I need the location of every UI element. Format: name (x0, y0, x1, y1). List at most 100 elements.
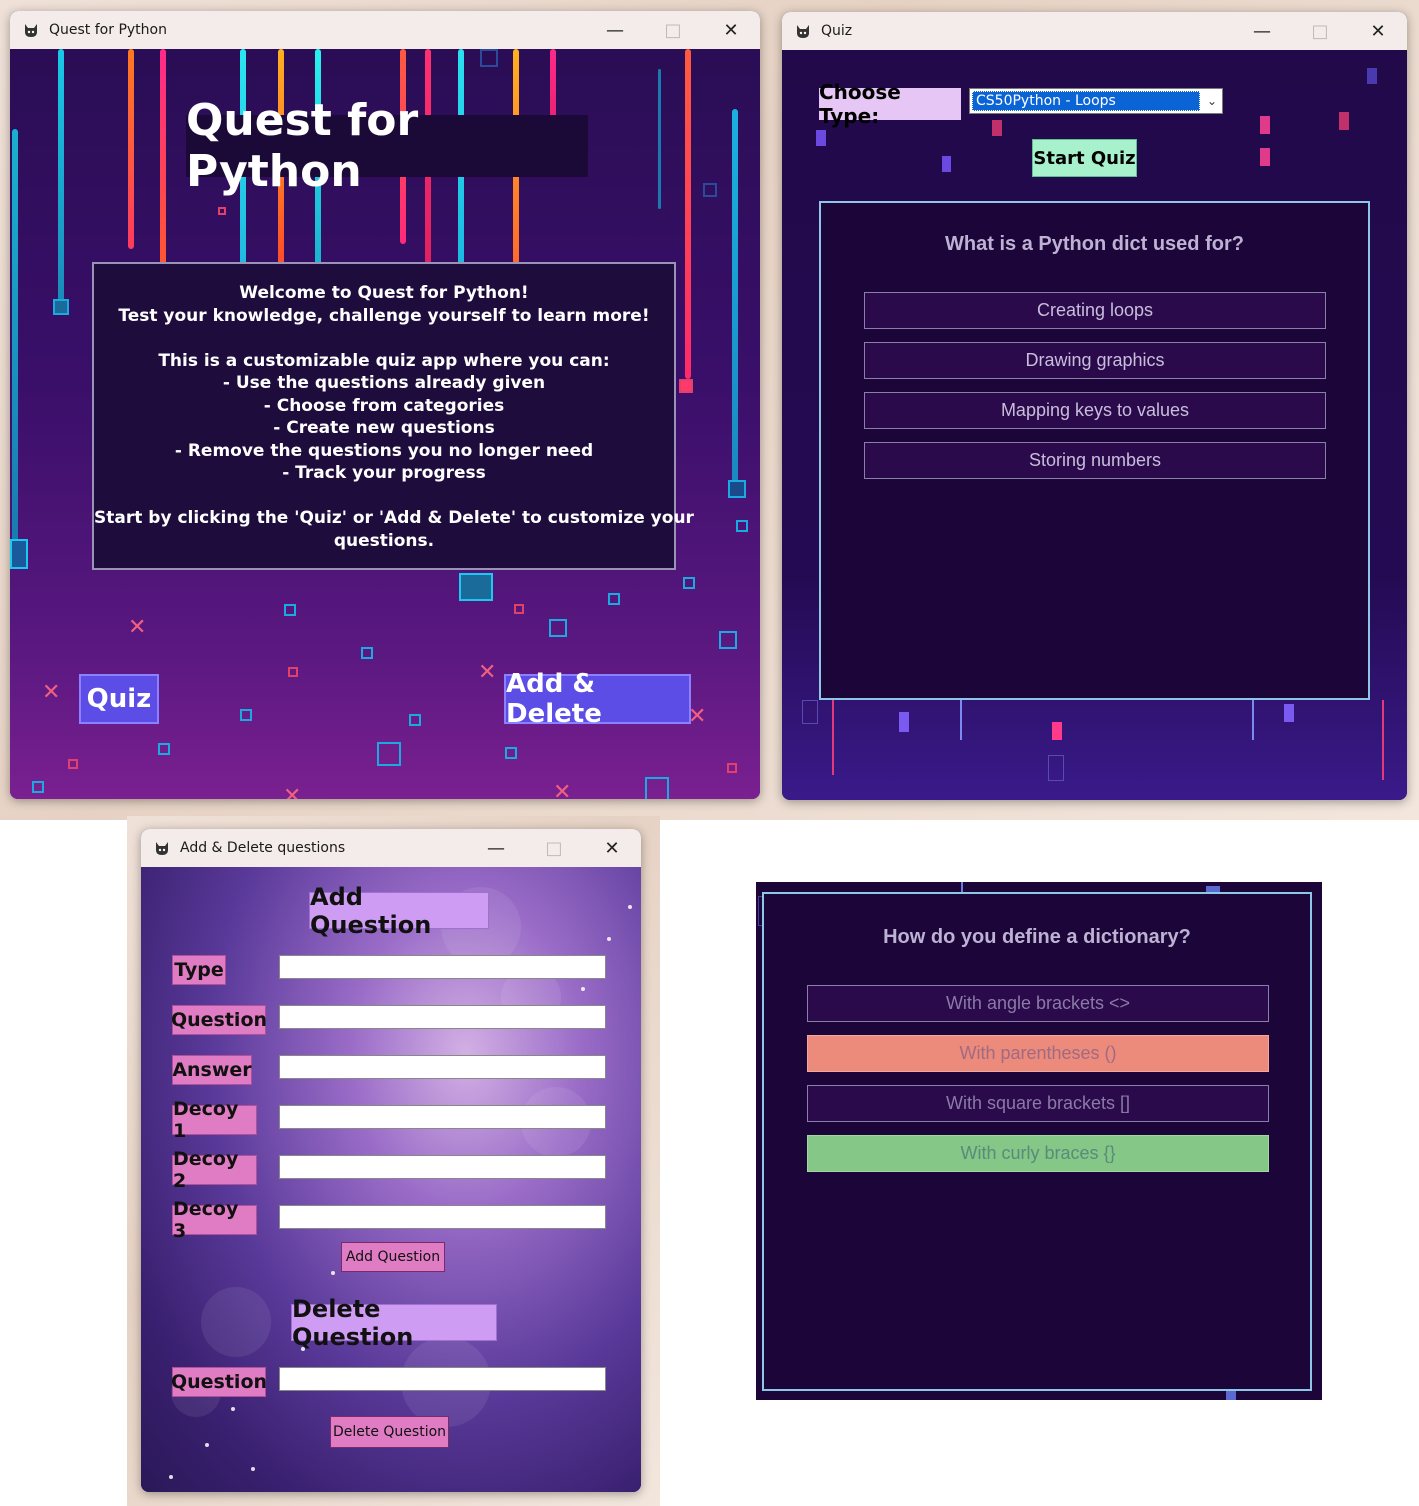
decoy-3-input[interactable] (279, 1205, 606, 1229)
hero-title: Quest for Python (186, 95, 588, 197)
start-quiz-button[interactable]: Start Quiz (1032, 139, 1137, 177)
quiz-button[interactable]: Quiz (79, 674, 159, 724)
add-delete-content: Add Question Type Question Answer Decoy … (141, 867, 641, 1492)
close-icon[interactable]: ✕ (583, 829, 641, 867)
window-title: Quiz (821, 23, 853, 39)
delete-question-button[interactable]: Delete Question (330, 1416, 449, 1448)
deco-square (409, 714, 421, 726)
chevron-down-icon[interactable]: ⌄ (1202, 89, 1222, 113)
deco-square (53, 299, 69, 315)
welcome-line: Start by clicking the 'Quiz' or 'Add & D… (94, 508, 694, 528)
deco-square (32, 781, 44, 793)
maximize-icon[interactable]: □ (1291, 12, 1349, 50)
minimize-icon[interactable]: — (467, 829, 525, 867)
deco-bar (1284, 704, 1294, 722)
type-input[interactable] (279, 955, 606, 979)
type-dropdown[interactable]: CS50Python - Loops ⌄ (969, 88, 1223, 114)
deco-square (736, 520, 748, 532)
neon-bar (58, 49, 64, 304)
deco-square (719, 631, 737, 649)
maximize-icon[interactable]: □ (525, 829, 583, 867)
deco-square (480, 49, 498, 67)
bokeh (201, 1287, 271, 1357)
maximize-icon[interactable]: □ (644, 11, 702, 49)
deco-bar (1226, 1390, 1236, 1400)
deco-square (645, 777, 669, 799)
welcome-line: Test your knowledge, challenge yourself … (118, 305, 650, 326)
close-icon[interactable]: ✕ (1349, 12, 1407, 50)
deco-bar (1052, 722, 1062, 740)
deco-cross: ✕ (283, 784, 302, 799)
answer-option[interactable]: With angle brackets <> (807, 985, 1269, 1022)
answer-feedback-panel: How do you define a dictionary? With ang… (756, 882, 1322, 1400)
cat-icon (795, 23, 811, 39)
deco-square (68, 759, 78, 769)
question-text: How do you define a dictionary? (883, 926, 1191, 948)
add-delete-button[interactable]: Add & Delete (504, 669, 691, 729)
deco-square (514, 604, 524, 614)
answer-option-wrong[interactable]: With parentheses () (807, 1035, 1269, 1072)
deco-bar (1252, 700, 1254, 740)
question-input[interactable] (279, 1005, 606, 1029)
deco-bar (1260, 116, 1270, 134)
answer-option[interactable]: Mapping keys to values (864, 392, 1326, 429)
neon-bar (685, 49, 691, 379)
decoy-2-input[interactable] (279, 1155, 606, 1179)
deco-bar (961, 882, 963, 892)
answer-option[interactable]: Creating loops (864, 292, 1326, 329)
welcome-line: - Choose from categories (263, 395, 505, 416)
answer-option[interactable]: With square brackets [] (807, 1085, 1269, 1122)
deco-bar (832, 700, 834, 775)
add-question-title: Add Question (309, 883, 489, 939)
network-dot (231, 1407, 235, 1411)
choose-type-label: Choose Type: (819, 80, 961, 128)
answer-option-correct[interactable]: With curly braces {} (807, 1135, 1269, 1172)
window-title: Add & Delete questions (180, 840, 346, 856)
deco-outline (802, 700, 818, 724)
answer-input[interactable] (279, 1055, 606, 1079)
neon-bar (12, 129, 18, 549)
answer-option[interactable]: Storing numbers (864, 442, 1326, 479)
answer-label: Answer (172, 1055, 252, 1085)
question-text: What is a Python dict used for? (945, 233, 1244, 255)
welcome-line: Welcome to Quest for Python! (239, 283, 529, 303)
deco-cross: ✕ (553, 780, 572, 799)
network-dot (607, 937, 611, 941)
quiz-window: Quiz — □ ✕ Choose Type: CS50Python - Loo… (782, 12, 1407, 800)
network-dot (331, 1271, 335, 1275)
deco-square (288, 667, 298, 677)
main-window: Quest for Python — □ ✕ ✕ ✕ ✕ ✕ ✕ ✕ Quest… (10, 11, 760, 799)
question-label: Question (171, 1005, 267, 1035)
deco-square (683, 577, 695, 589)
deco-bar (816, 130, 826, 146)
close-icon[interactable]: ✕ (702, 11, 760, 49)
deco-square (727, 763, 737, 773)
add-question-button[interactable]: Add Question (341, 1242, 445, 1272)
minimize-icon[interactable]: — (1233, 12, 1291, 50)
neon-bar (160, 49, 166, 279)
network-dot (169, 1475, 173, 1479)
decoy-1-input[interactable] (279, 1105, 606, 1129)
welcome-line: - Track your progress (282, 463, 486, 483)
welcome-gap (94, 485, 674, 508)
deco-square (459, 573, 493, 601)
deco-bar (942, 156, 951, 172)
decoy-2-label: Decoy 2 (172, 1148, 257, 1192)
welcome-line: - Create new questions (273, 418, 495, 438)
delete-question-input[interactable] (279, 1367, 606, 1391)
quiz-content: Choose Type: CS50Python - Loops ⌄ Start … (782, 50, 1407, 800)
deco-bar (960, 700, 962, 740)
deco-square (679, 379, 693, 393)
deco-bar (1367, 68, 1377, 84)
deco-square (284, 604, 296, 616)
delete-question-title: Delete Question (291, 1295, 497, 1351)
question-panel: What is a Python dict used for? Creating… (819, 201, 1370, 700)
minimize-icon[interactable]: — (586, 11, 644, 49)
title-bar: Add & Delete questions — □ ✕ (141, 829, 641, 867)
answer-option[interactable]: Drawing graphics (864, 342, 1326, 379)
title-bar: Quest for Python — □ ✕ (10, 11, 760, 49)
deco-square (361, 647, 373, 659)
add-delete-window: Add & Delete questions — □ ✕ Add Questio… (141, 829, 641, 1492)
deco-bar (992, 120, 1002, 136)
deco-bar (1260, 148, 1270, 166)
